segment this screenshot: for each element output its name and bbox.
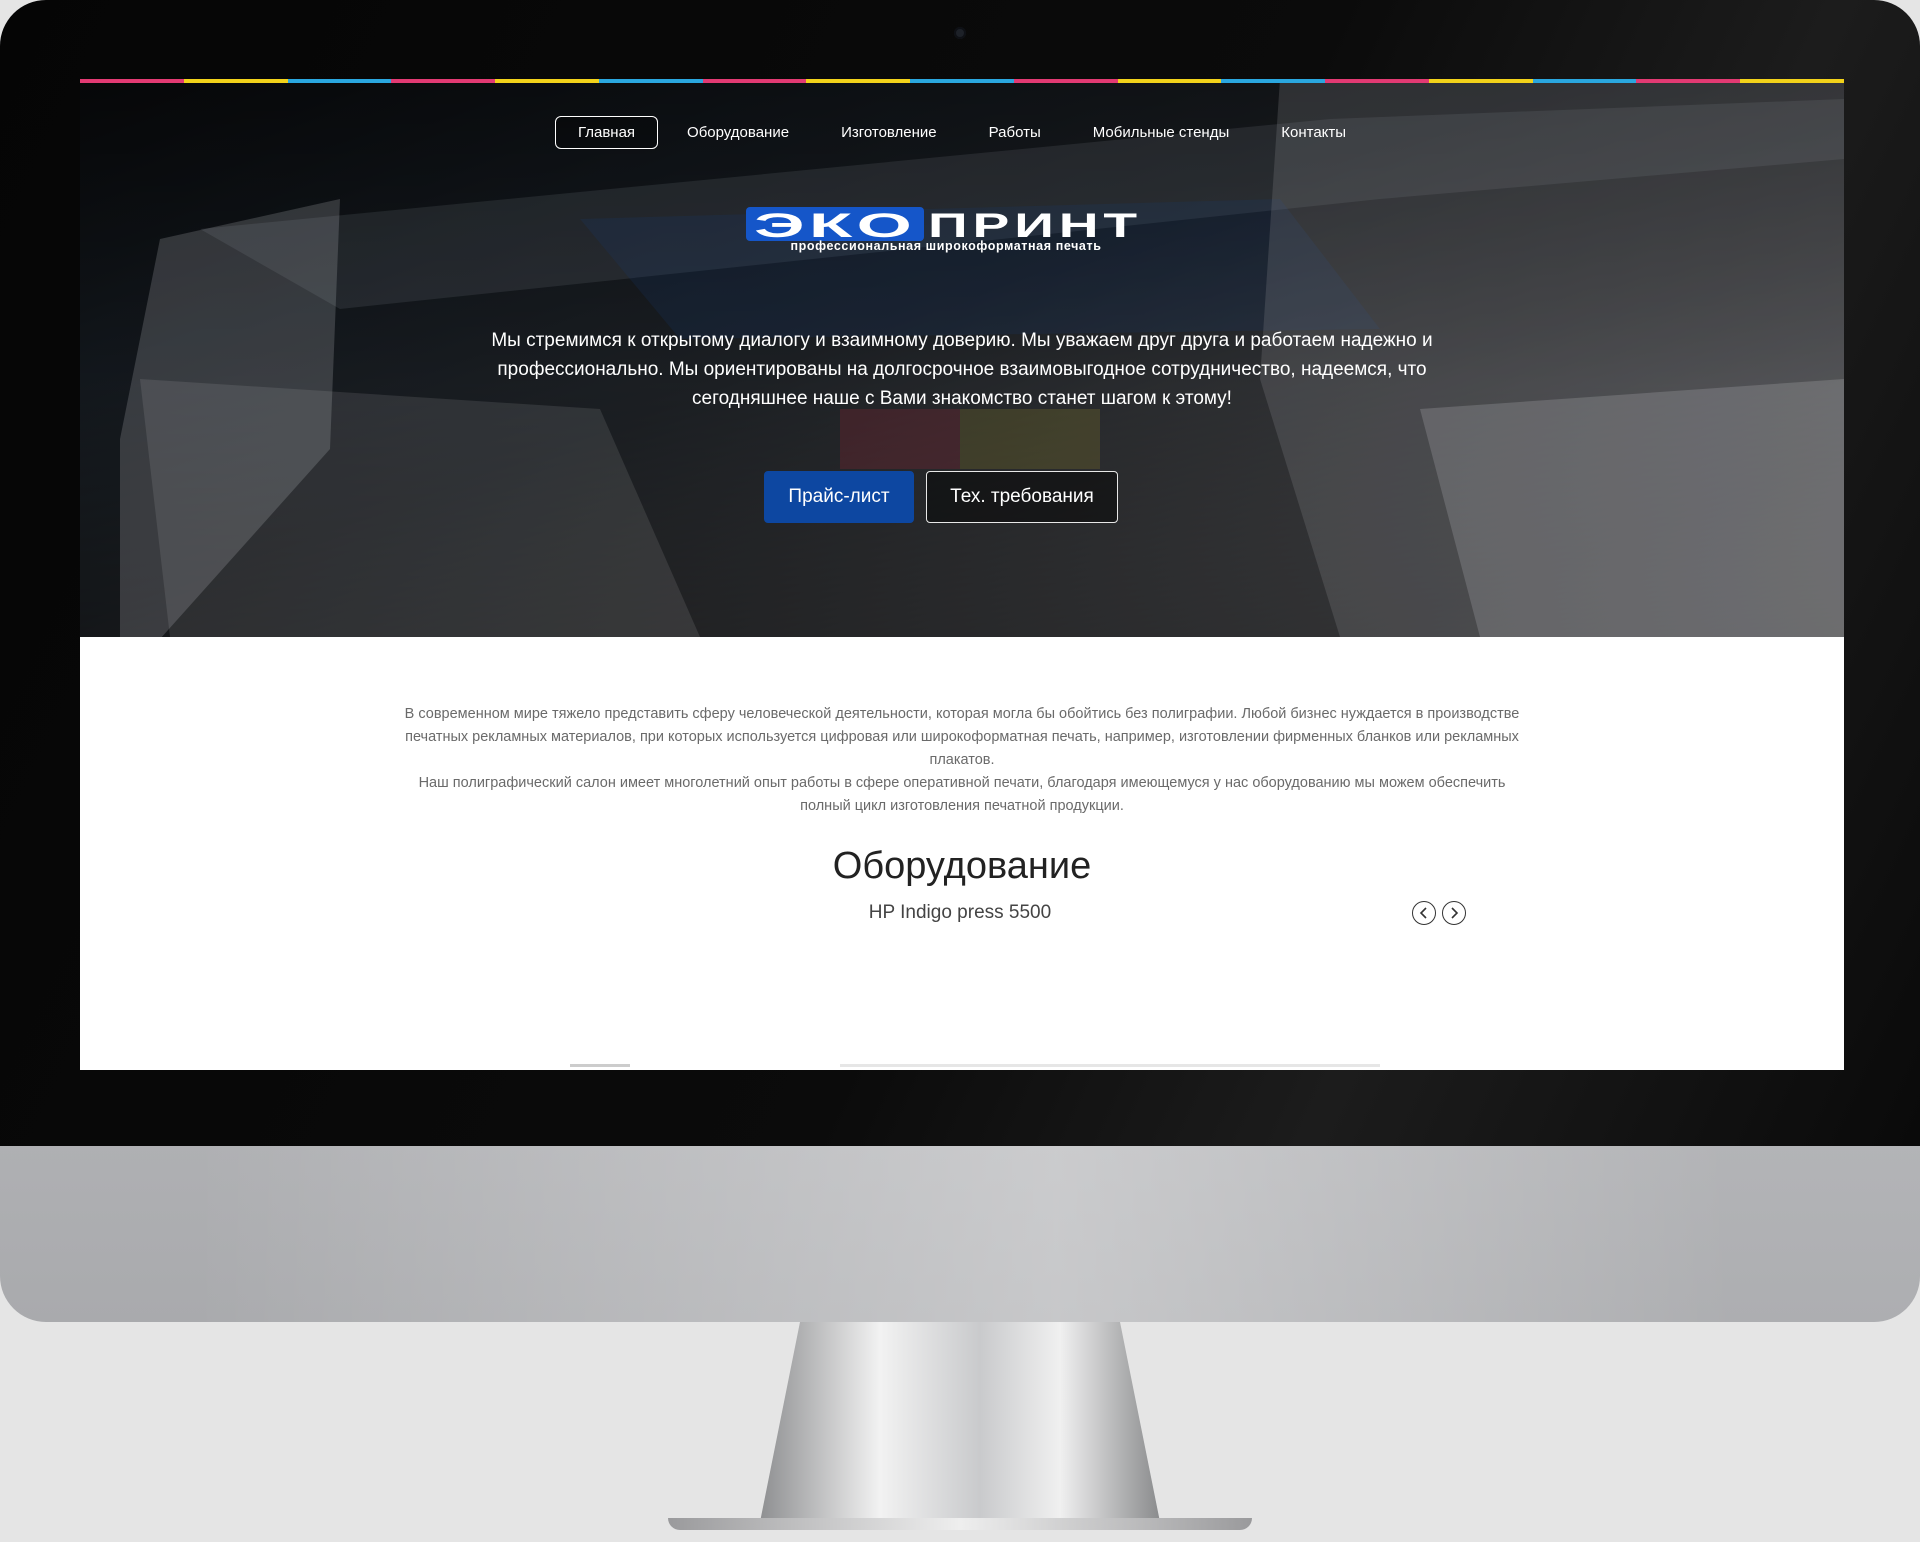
camera-icon — [954, 27, 966, 39]
stripe-segment — [1221, 79, 1326, 83]
nav-item-2[interactable]: Изготовление — [818, 116, 960, 149]
stripe-segment — [598, 79, 703, 83]
carousel-prev-button[interactable] — [1412, 901, 1436, 925]
stripe-segment — [910, 79, 1014, 83]
nav-item-4[interactable]: Мобильные стенды — [1070, 116, 1252, 149]
nav-item-1[interactable]: Оборудование — [664, 116, 812, 149]
intro-text: В современном мире тяжело представить сф… — [400, 703, 1524, 818]
monitor-stand — [760, 1322, 1160, 1522]
stripe-segment — [1428, 79, 1533, 83]
equipment-heading: Оборудование — [832, 845, 1092, 887]
hero-text: Мы стремимся к открытому диалогу и взаим… — [491, 330, 1433, 409]
stripe-segment — [1740, 79, 1844, 83]
intro-paragraph-2: Наш полиграфический салон имеет многолет… — [418, 775, 1506, 814]
requirements-button[interactable]: Тех. требования — [926, 471, 1118, 523]
stripe-segment — [1636, 79, 1741, 83]
logo-tagline: профессиональная широкоформатная печать — [790, 239, 1102, 253]
stripe-segment — [1532, 79, 1637, 83]
stripe-segment — [287, 79, 392, 83]
monitor-stand-base — [668, 1518, 1252, 1530]
nav-item-5[interactable]: Контакты — [1258, 116, 1369, 149]
hero-section: Главная Оборудование Изготовление Работы Моб… — [80, 79, 1844, 637]
stripe-segment — [1117, 79, 1222, 83]
chevron-right-icon — [1451, 907, 1459, 919]
browser-screen: Главная Оборудование Изготовление Работы Моб… — [80, 79, 1844, 1070]
stripe-segment — [495, 79, 599, 83]
carousel-next-button[interactable] — [1442, 901, 1466, 925]
color-stripe — [80, 79, 1844, 83]
price-list-button[interactable]: Прайс-лист — [764, 471, 914, 523]
content-peek — [840, 1064, 1380, 1067]
monitor-chin — [0, 1146, 1920, 1322]
chevron-left-icon — [1419, 907, 1427, 919]
content-peek — [570, 1064, 630, 1067]
stripe-segment — [391, 79, 496, 83]
main-nav: Главная Оборудование Изготовление Работы Моб… — [80, 116, 1844, 149]
nav-item-0[interactable]: Главная — [554, 116, 659, 149]
intro-paragraph-1: В современном мире тяжело представить сф… — [404, 706, 1520, 768]
stripe-segment — [806, 79, 911, 83]
stripe-segment — [1325, 79, 1429, 83]
monitor-frame: Главная Оборудование Изготовление Работы Моб… — [0, 0, 1920, 1322]
nav-item-3[interactable]: Работы — [966, 116, 1064, 149]
stripe-segment — [702, 79, 807, 83]
stripe-segment — [1013, 79, 1118, 83]
stripe-segment — [183, 79, 288, 83]
equipment-slide-title: HP Indigo press 5500 — [868, 902, 1052, 923]
stripe-segment — [80, 79, 184, 83]
